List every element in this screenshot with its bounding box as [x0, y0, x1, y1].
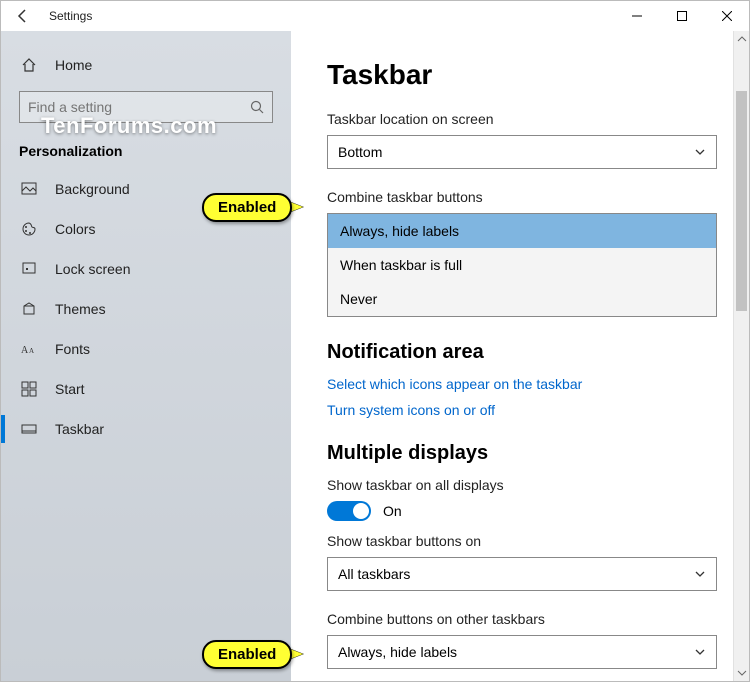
show-all-toggle[interactable] — [327, 501, 371, 521]
window-title: Settings — [49, 9, 92, 23]
maximize-button[interactable] — [659, 1, 704, 31]
chevron-down-icon — [694, 146, 706, 158]
sidebar-item-fonts[interactable]: AA Fonts — [1, 329, 291, 369]
start-icon — [19, 379, 39, 399]
chevron-down-icon — [694, 646, 706, 658]
home-label: Home — [55, 57, 92, 73]
section-header: Personalization — [1, 137, 291, 169]
titlebar: Settings — [1, 1, 749, 31]
colors-icon — [19, 219, 39, 239]
taskbar-icon — [19, 419, 39, 439]
callout-enabled-1: Enabled — [202, 193, 292, 222]
search-box[interactable] — [19, 91, 273, 123]
combine-label: Combine taskbar buttons — [327, 189, 723, 205]
show-on-value: All taskbars — [338, 566, 410, 582]
sidebar-item-label: Fonts — [55, 341, 90, 357]
sidebar-item-themes[interactable]: Themes — [1, 289, 291, 329]
multiple-displays-heading: Multiple displays — [327, 442, 723, 465]
svg-text:A: A — [21, 345, 29, 356]
background-icon — [19, 179, 39, 199]
sidebar-item-label: Taskbar — [55, 421, 104, 437]
link-select-icons[interactable]: Select which icons appear on the taskbar — [327, 376, 723, 392]
link-system-icons[interactable]: Turn system icons on or off — [327, 402, 723, 418]
combine-dropdown[interactable]: Always, hide labels When taskbar is full… — [327, 213, 717, 317]
callout-enabled-2: Enabled — [202, 640, 292, 669]
combine-option-always[interactable]: Always, hide labels — [328, 214, 716, 248]
search-icon — [250, 100, 264, 114]
search-input[interactable] — [28, 99, 250, 115]
location-select[interactable]: Bottom — [327, 135, 717, 169]
minimize-button[interactable] — [614, 1, 659, 31]
combine-option-never[interactable]: Never — [328, 282, 716, 316]
show-on-label: Show taskbar buttons on — [327, 533, 723, 549]
chevron-down-icon — [694, 568, 706, 580]
main-content: Taskbar Taskbar location on screen Botto… — [291, 31, 749, 681]
home-icon — [19, 55, 39, 75]
sidebar-item-taskbar[interactable]: Taskbar — [1, 409, 291, 449]
combine-option-full[interactable]: When taskbar is full — [328, 248, 716, 282]
lockscreen-icon — [19, 259, 39, 279]
back-button[interactable] — [7, 1, 39, 31]
sidebar-item-lockscreen[interactable]: Lock screen — [1, 249, 291, 289]
show-all-label: Show taskbar on all displays — [327, 477, 723, 493]
scroll-up-icon[interactable] — [734, 31, 749, 47]
scroll-thumb[interactable] — [736, 91, 747, 311]
sidebar-item-label: Themes — [55, 301, 106, 317]
scrollbar[interactable] — [733, 31, 749, 681]
show-all-state: On — [383, 503, 402, 519]
scroll-down-icon[interactable] — [734, 665, 749, 681]
fonts-icon: AA — [19, 339, 39, 359]
location-label: Taskbar location on screen — [327, 111, 723, 127]
sidebar-item-start[interactable]: Start — [1, 369, 291, 409]
combine-other-select[interactable]: Always, hide labels — [327, 635, 717, 669]
settings-window: Settings Home — [0, 0, 750, 682]
combine-other-value: Always, hide labels — [338, 644, 457, 660]
show-on-select[interactable]: All taskbars — [327, 557, 717, 591]
svg-text:A: A — [29, 347, 34, 355]
sidebar-item-label: Start — [55, 381, 85, 397]
window-controls — [614, 1, 749, 31]
sidebar-item-label: Background — [55, 181, 130, 197]
notification-heading: Notification area — [327, 341, 723, 364]
sidebar: Home TenForums.com Personalization Backg… — [1, 31, 291, 681]
sidebar-item-label: Lock screen — [55, 261, 130, 277]
page-title: Taskbar — [327, 59, 723, 91]
location-value: Bottom — [338, 144, 382, 160]
close-button[interactable] — [704, 1, 749, 31]
sidebar-item-label: Colors — [55, 221, 95, 237]
home-nav[interactable]: Home — [1, 45, 291, 85]
combine-other-label: Combine buttons on other taskbars — [327, 611, 723, 627]
themes-icon — [19, 299, 39, 319]
